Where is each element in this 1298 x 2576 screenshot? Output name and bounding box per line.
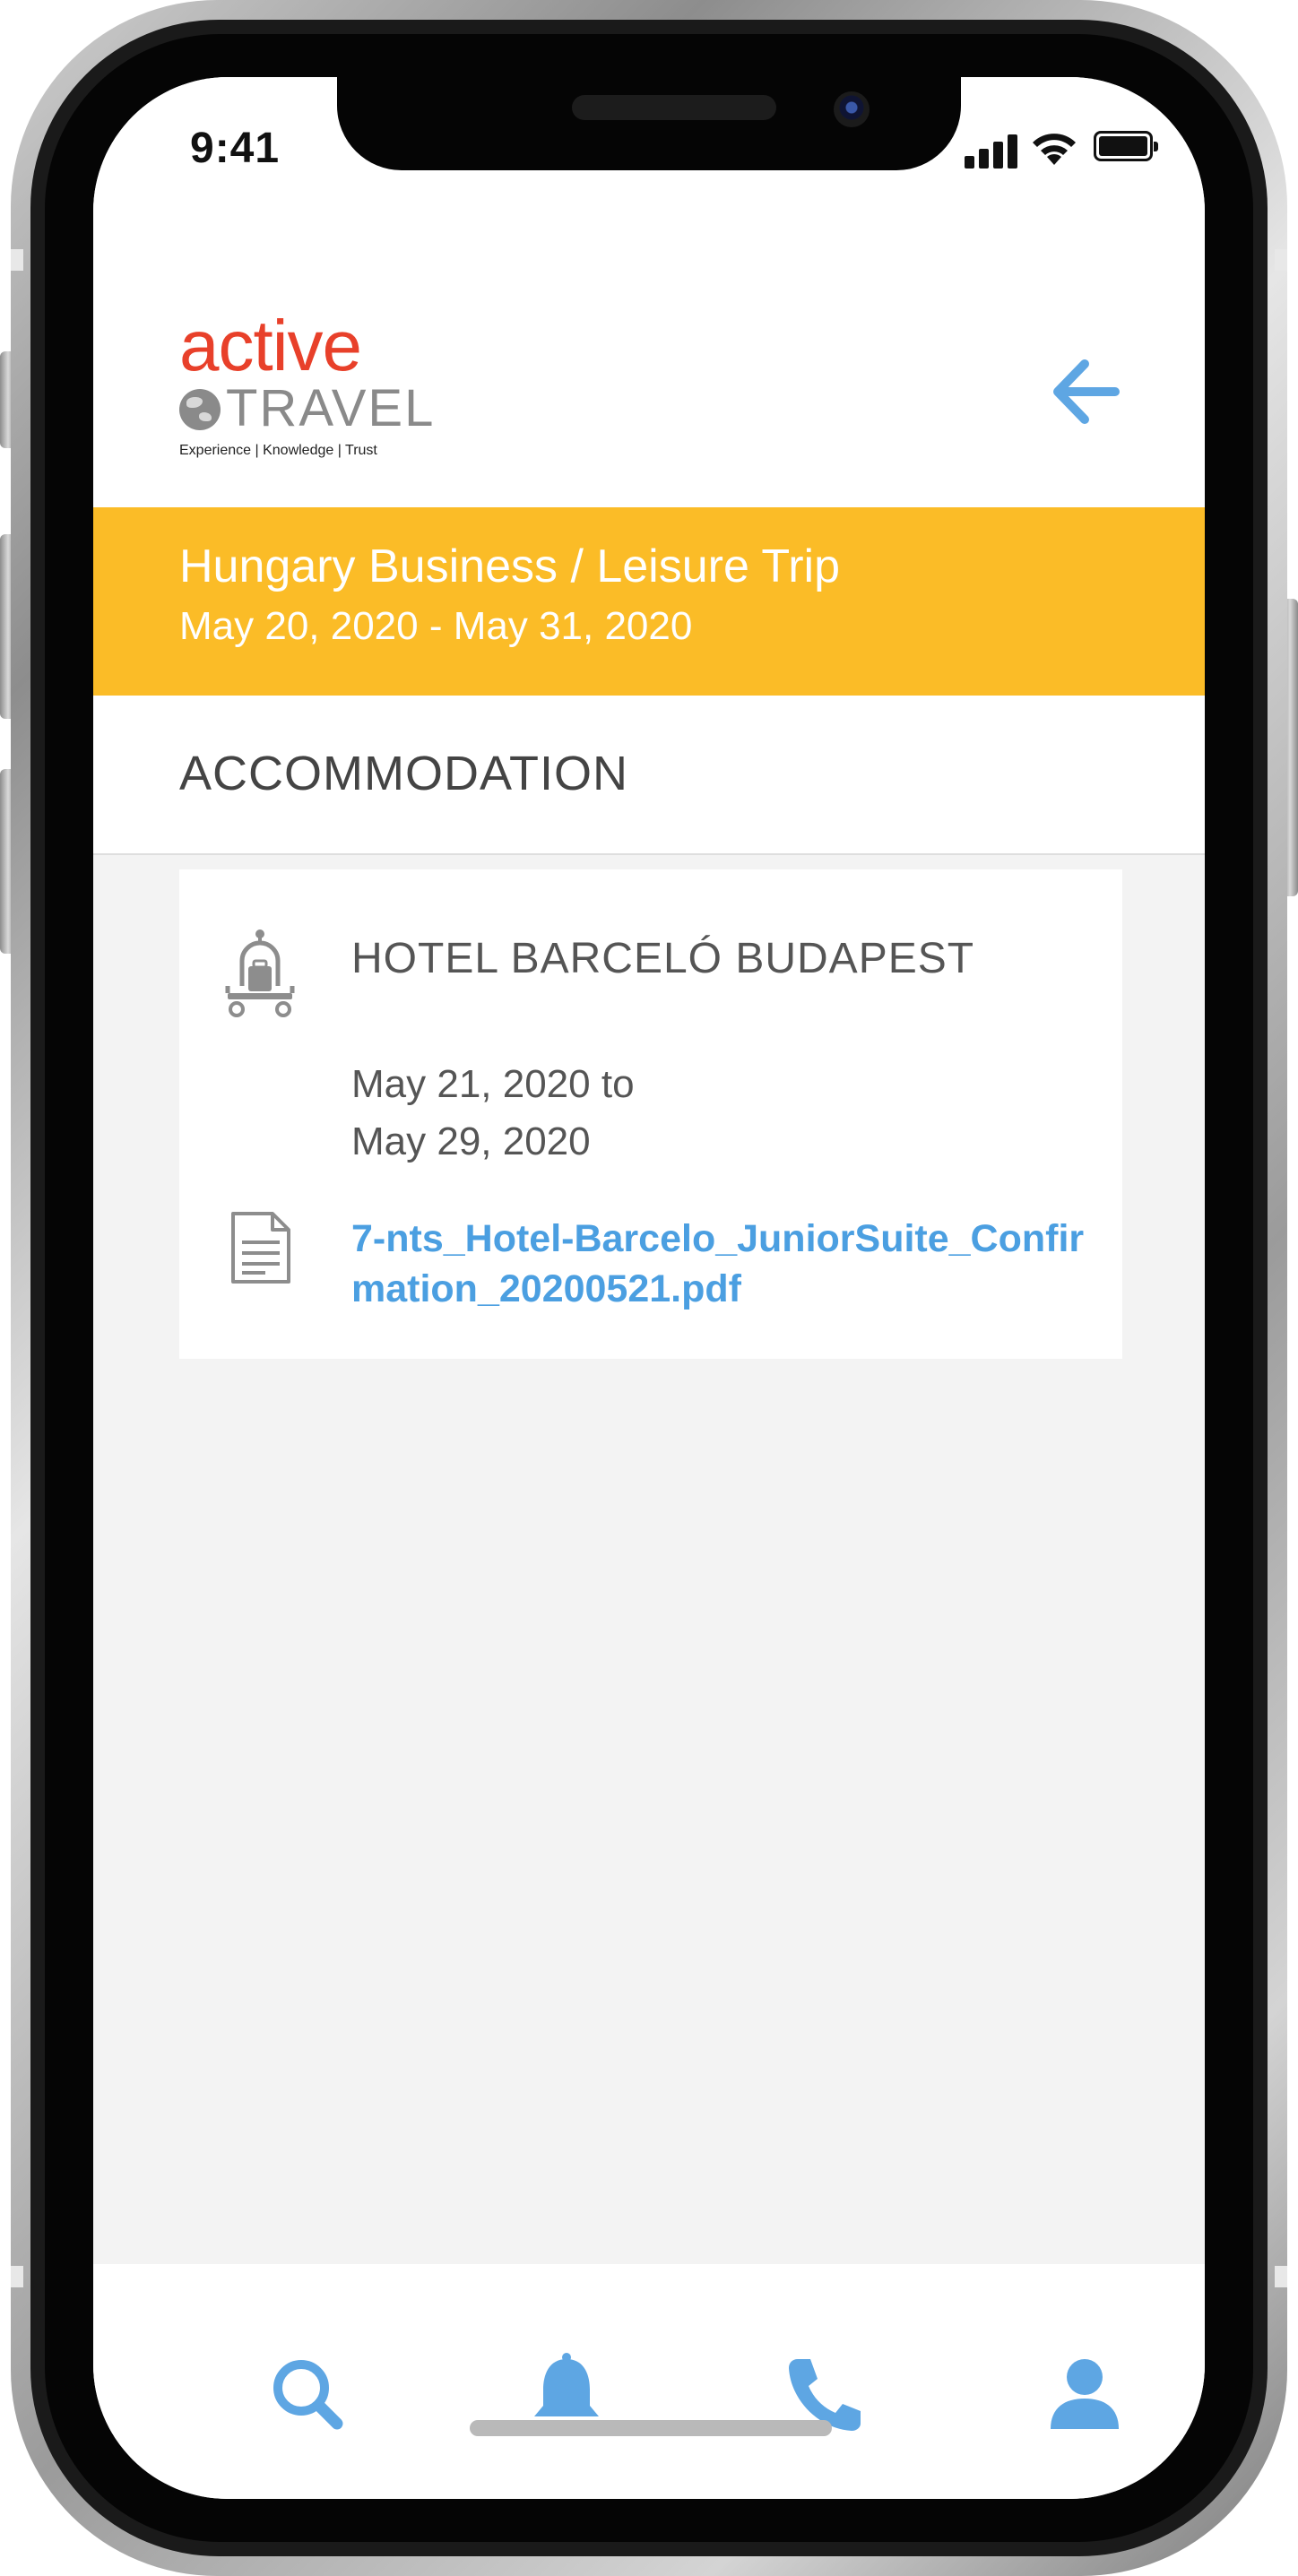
confirmation-document-link[interactable]: 7-nts_Hotel-Barcelo_JuniorSuite_Confirma… (351, 1214, 1086, 1314)
notch (337, 77, 961, 170)
cellular-signal-icon (965, 133, 1018, 169)
trip-banner: Hungary Business / Leisure Trip May 20, … (93, 507, 1205, 696)
active-travel-logo: active TRAVEL Experience | Knowledge | T… (179, 306, 433, 462)
antenna-band (1275, 2266, 1287, 2287)
hotel-bell-icon (225, 929, 295, 1017)
stay-date-to: May 29, 2020 (351, 1119, 591, 1163)
status-time: 9:41 (190, 125, 281, 172)
hotel-name: HOTEL BARCELÓ BUDAPEST (351, 935, 975, 982)
bottom-tab-bar (93, 2264, 1205, 2499)
trip-dates: May 20, 2020 - May 31, 2020 (179, 604, 693, 648)
home-indicator[interactable] (470, 2420, 832, 2436)
phone-screen: 9:41 active TRAVEL Experience | Knowledg… (93, 77, 1205, 2499)
trip-title: Hungary Business / Leisure Trip (179, 540, 841, 592)
stay-date-from: May 21, 2020 to (351, 1062, 635, 1106)
stay-dates: May 21, 2020 to May 29, 2020 (351, 1056, 635, 1171)
wifi-icon (1033, 134, 1076, 165)
antenna-band (11, 249, 23, 271)
document-icon (231, 1212, 290, 1284)
globe-icon (179, 389, 221, 430)
antenna-band (1275, 249, 1287, 271)
section-header: ACCOMMODATION (93, 696, 1205, 855)
logo-brand-bottom: TRAVEL (226, 379, 436, 437)
app-header: active TRAVEL Experience | Knowledge | T… (93, 220, 1205, 507)
front-camera (834, 91, 870, 127)
accommodation-card: HOTEL BARCELÓ BUDAPEST May 21, 2020 to M… (179, 869, 1122, 1359)
logo-tagline: Experience | Knowledge | Trust (179, 443, 377, 458)
user-icon[interactable] (1040, 2350, 1129, 2440)
logo-brand-top: active (179, 306, 362, 385)
antenna-band (11, 2266, 23, 2287)
section-title: ACCOMMODATION (179, 747, 628, 800)
back-arrow-icon[interactable] (1047, 355, 1121, 428)
earpiece-speaker (572, 95, 776, 120)
search-icon[interactable] (264, 2350, 353, 2440)
battery-icon (1094, 131, 1158, 161)
